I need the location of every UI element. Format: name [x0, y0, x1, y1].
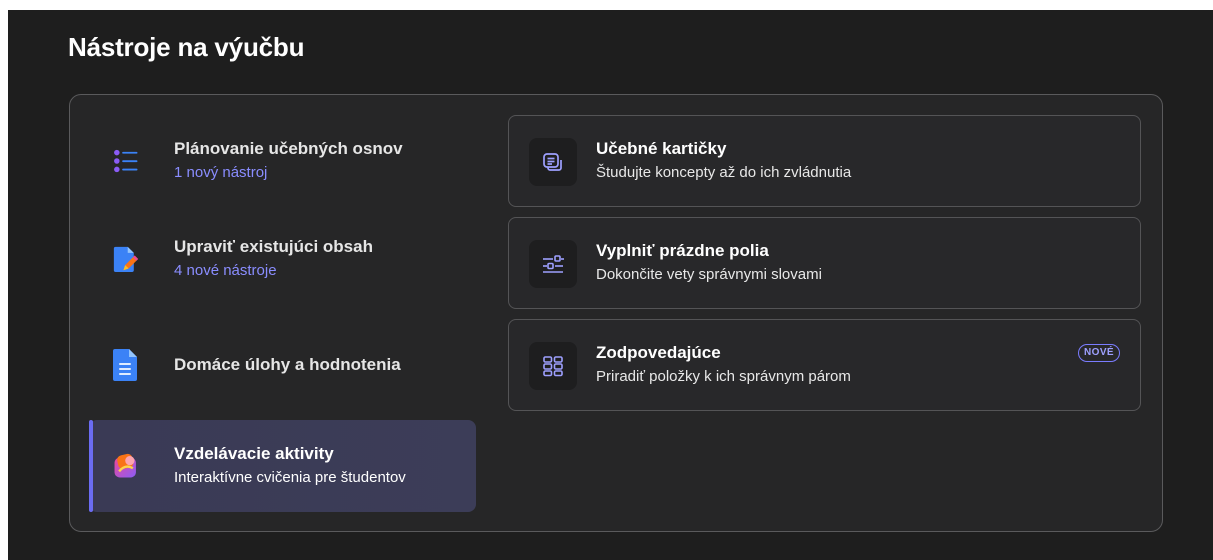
card-title: Vyplniť prázdne polia [596, 241, 769, 260]
active-indicator [89, 420, 93, 512]
card-matching[interactable]: Zodpovedajúce Priradiť položky k ich spr… [508, 319, 1141, 411]
nav-item-subtitle: 4 nové nástroje [174, 262, 277, 279]
document-icon [113, 349, 139, 381]
card-fill-blanks[interactable]: Vyplniť prázdne polia Dokončite vety spr… [508, 217, 1141, 309]
card-description: Priradiť položky k ich správnym párom [596, 368, 851, 385]
card-title: Zodpovedajúce [596, 343, 721, 362]
activities-icon [113, 453, 139, 479]
card-description: Študujte koncepty až do ich zvládnutia [596, 164, 852, 181]
list-icon [113, 148, 139, 174]
app-frame: Nástroje na výučbu Plánovanie učebných o… [8, 10, 1213, 560]
nav-item-subtitle: 1 nový nástroj [174, 164, 268, 181]
nav-item-title: Vzdelávacie aktivity [174, 444, 334, 463]
nav-item-subtitle: Interaktívne cvičenia pre študentov [174, 469, 406, 486]
nav-item-homework[interactable]: Domáce úlohy a hodnotenia [89, 319, 476, 411]
nav-item-title: Plánovanie učebných osnov [174, 139, 403, 158]
tools-panel: Plánovanie učebných osnov 1 nový nástroj… [69, 94, 1163, 532]
edit-document-icon [113, 246, 139, 272]
nav-item-curriculum-planning[interactable]: Plánovanie učebných osnov 1 nový nástroj [89, 115, 476, 207]
nav-item-title: Upraviť existujúci obsah [174, 237, 373, 256]
card-title: Učebné kartičky [596, 139, 727, 158]
nav-item-edit-content[interactable]: Upraviť existujúci obsah 4 nové nástroje [89, 213, 476, 305]
nav-item-learning-activities[interactable]: Vzdelávacie aktivity Interaktívne cvičen… [89, 420, 476, 512]
page-title: Nástroje na výučbu [68, 32, 305, 62]
new-badge: NOVÉ [1078, 344, 1120, 362]
fill-blanks-icon [529, 240, 577, 288]
card-flashcards[interactable]: Učebné kartičky Študujte koncepty až do … [508, 115, 1141, 207]
flashcards-icon [529, 138, 577, 186]
nav-item-title: Domáce úlohy a hodnotenia [174, 355, 401, 374]
matching-icon [529, 342, 577, 390]
card-description: Dokončite vety správnymi slovami [596, 266, 822, 283]
